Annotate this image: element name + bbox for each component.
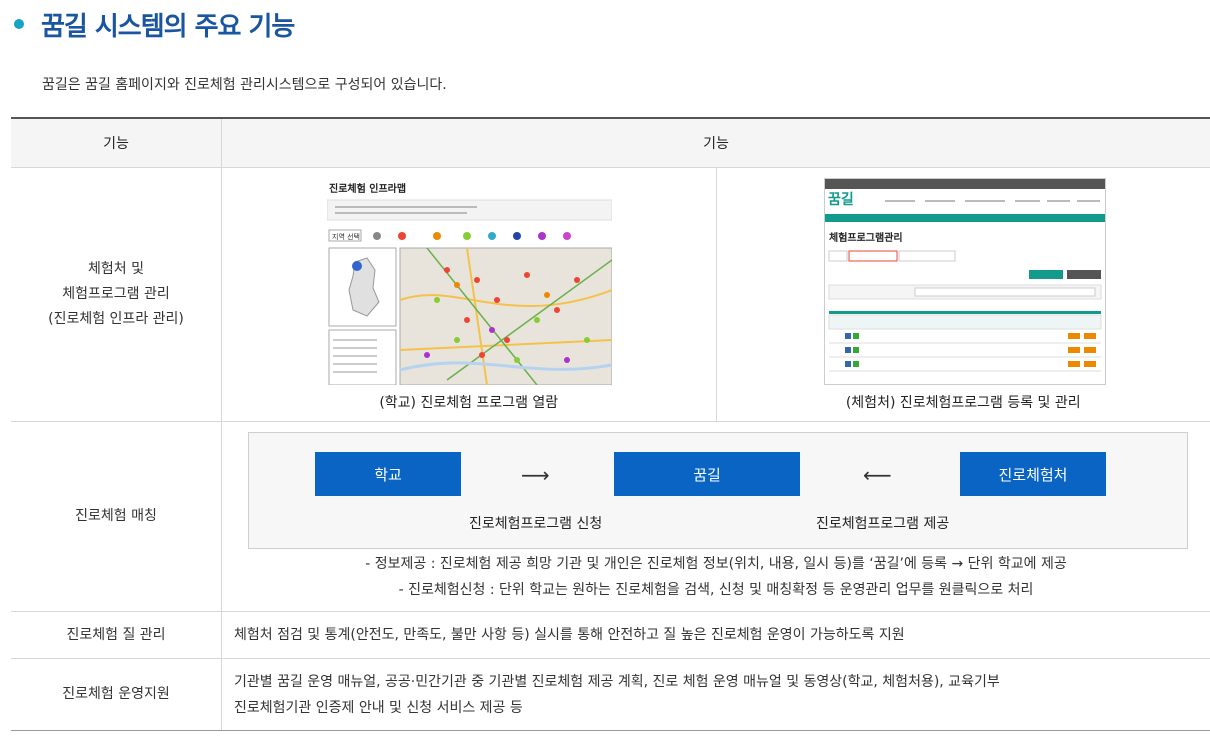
caption-school: (학교) 진로체험 프로그램 열람 [379, 395, 559, 411]
region-select-text: 지역 선택 [332, 232, 360, 241]
note-apply: - 진로체험신청 : 단위 학교는 원하는 진로체험을 검색, 신청 및 매칭확… [398, 582, 1034, 598]
intro-text: 꿈길은 꿈길 홈페이지와 진로체험 관리시스템으로 구성되어 있습니다. [42, 77, 447, 93]
row-label-line: 체험프로그램 관리 [62, 286, 170, 302]
apply-label: 진로체험프로그램 신청 [469, 516, 603, 532]
header-col-2: 기능 [221, 117, 1210, 168]
support-text: 기관별 꿈길 운영 매뉴얼, 공공·민간기관 중 기관별 진로체험 제공 계획,… [221, 658, 1210, 731]
program-manage-heading: 체험프로그램관리 [829, 231, 903, 244]
support-line: 진로체험기관 인증제 안내 및 신청 서비스 제공 등 [234, 699, 523, 716]
support-line: 기관별 꿈길 운영 매뉴얼, 공공·민간기관 중 기관별 진로체험 제공 계획,… [234, 673, 1000, 690]
row-label-support: 진로체험 운영지원 [11, 658, 222, 731]
arrow-left-icon: ⟵ [863, 463, 892, 487]
kkumgil-box: 꿈길 [614, 452, 800, 496]
row-label-infra: 체험처 및 체험프로그램 관리 (진로체험 인프라 관리) [11, 167, 222, 422]
school-box: 학교 [315, 452, 461, 496]
provider-box: 진로체험처 [960, 452, 1106, 496]
screenshot-school: 진로체험 인프라맵 지역 선택 (학교) 진로체험 프로그램 열람 [222, 168, 716, 421]
quality-text: 체험처 점검 및 통계(안전도, 만족도, 불만 사항 등) 실시를 통해 안전… [221, 611, 1210, 659]
caption-provider: (체험처) 진로체험프로그램 등록 및 관리 [845, 395, 1081, 411]
kkumgil-logo-text: 꿈길 [828, 192, 854, 208]
matching-notes: - 정보제공 : 진로체험 제공 희망 기관 및 개인은 진로체험 정보(위치,… [222, 549, 1210, 611]
infra-map-heading: 진로체험 인프라맵 [329, 182, 406, 195]
features-table: 기능 기능 체험처 및 체험프로그램 관리 (진로체험 인프라 관리) 진로체험… [11, 117, 1210, 731]
provide-label: 진로체험프로그램 제공 [816, 516, 950, 532]
page-title: 꿈길 시스템의 주요 기능 [41, 11, 295, 42]
bullet-icon [14, 19, 24, 29]
row-label-matching: 진로체험 매칭 [11, 421, 222, 612]
header-col-1: 기능 [11, 117, 222, 168]
program-manage-image: 꿈길 체험프로그램관리 [823, 178, 1106, 385]
row-label-line: (진로체험 인프라 관리) [48, 311, 184, 327]
page-title-area: 꿈길 시스템의 주요 기능 [14, 6, 295, 42]
arrow-right-icon: ⟶ [521, 463, 550, 487]
infra-map-image: 진로체험 인프라맵 지역 선택 [326, 180, 613, 386]
row-label-quality: 진로체험 질 관리 [11, 611, 222, 659]
row-label-line: 체험처 및 [88, 261, 144, 277]
matching-diagram: 학교 ⟶ 꿈길 ⟵ 진로체험처 진로체험프로그램 신청 진로체험프로그램 제공 [248, 432, 1188, 549]
note-info: - 정보제공 : 진로체험 제공 희망 기관 및 개인은 진로체험 정보(위치,… [365, 556, 1067, 572]
screenshot-provider: 꿈길 체험프로그램관리 (체험처) 진로체험프로그램 등록 및 관리 [715, 168, 1210, 421]
